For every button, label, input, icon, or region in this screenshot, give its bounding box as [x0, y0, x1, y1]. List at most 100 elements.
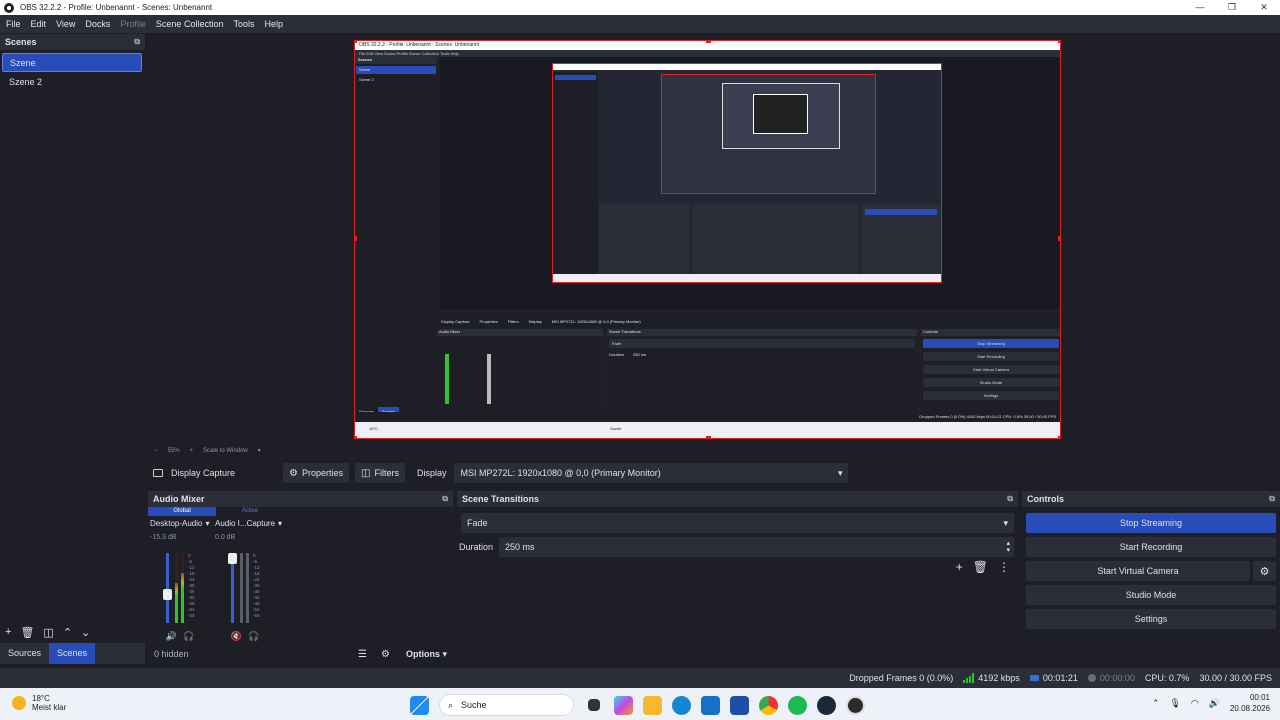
volume-slider-track[interactable] [166, 553, 169, 623]
menu-scene-collection[interactable]: Scene Collection [156, 19, 224, 29]
obs-taskbar-icon[interactable] [846, 695, 865, 715]
zoom-out-icon[interactable]: − [154, 448, 158, 454]
store-icon[interactable] [730, 695, 749, 715]
channel-icons: 🔊 🎧 [150, 631, 210, 642]
resize-handle[interactable] [355, 236, 357, 241]
transition-value: Fade [467, 518, 488, 528]
tab-global[interactable]: Global [148, 507, 216, 516]
edge-icon[interactable] [672, 695, 691, 715]
preview-area[interactable]: OBS 32.2.2 - Profile: Unbenannt - Scenes… [148, 34, 1280, 444]
headphones-icon[interactable]: 🎧 [183, 631, 194, 642]
nested-btn: Studio Mode [923, 378, 1059, 387]
menu-help[interactable]: Help [264, 19, 283, 29]
spotify-icon[interactable] [788, 695, 807, 715]
stop-streaming-button[interactable]: Stop Streaming [1026, 513, 1276, 533]
resize-handle[interactable] [355, 436, 357, 438]
nested-btn: Settings [923, 391, 1059, 400]
tab-sources[interactable]: Sources [0, 643, 49, 664]
volume-icon[interactable]: 🔊 [1209, 698, 1220, 709]
more-options-icon[interactable]: ⋮ [998, 560, 1010, 574]
microphone-icon[interactable]: 🎙 [1169, 698, 1180, 709]
add-transition-icon[interactable]: + [956, 560, 963, 574]
duration-input[interactable]: 250 ms ▴ ▾ [499, 537, 1014, 557]
search-placeholder: Suche [461, 700, 487, 710]
move-up-icon[interactable]: ⌃ [63, 626, 72, 639]
maximize-button[interactable]: ❐ [1216, 0, 1248, 15]
speaker-icon[interactable]: 🔊 [166, 631, 177, 642]
outlook-icon[interactable] [701, 695, 720, 715]
scene-item-szene-2[interactable]: Szene 2 [2, 73, 142, 92]
channel-name[interactable]: Audio I...Capture ▾ [215, 519, 283, 528]
clock[interactable]: 00:01 20.08.2026 [1230, 692, 1270, 714]
file-explorer-icon[interactable] [643, 695, 662, 715]
start-virtual-camera-button[interactable]: Start Virtual Camera [1026, 561, 1250, 581]
chrome-icon[interactable] [759, 695, 778, 715]
task-view-icon[interactable] [588, 699, 600, 711]
wifi-icon[interactable]: ◠ [1191, 698, 1199, 709]
scene-filters-icon[interactable]: ◫ [43, 626, 53, 639]
chevron-up-icon[interactable]: ⌃ [1152, 698, 1160, 709]
chevron-down-icon: ▾ [205, 519, 210, 528]
scale-mode[interactable]: Scale to Window [203, 448, 248, 454]
menu-tools[interactable]: Tools [233, 19, 254, 29]
volume-slider-knob[interactable] [228, 553, 237, 564]
menu-profile[interactable]: Profile [120, 19, 146, 29]
virtual-camera-settings-icon[interactable]: ⚙ [1253, 561, 1276, 581]
scene-item-szene[interactable]: Szene [2, 53, 142, 72]
close-button[interactable]: ✕ [1248, 0, 1280, 15]
settings-button[interactable]: Settings [1026, 609, 1276, 629]
chevron-down-icon[interactable]: ▾ [258, 447, 261, 454]
tab-active[interactable]: Active [216, 507, 284, 516]
resize-handle[interactable] [1058, 41, 1060, 43]
muted-mic-icon[interactable]: 🔇 [231, 631, 242, 642]
stream-time: 00:01:21 [1029, 673, 1078, 683]
menu-file[interactable]: File [6, 19, 21, 29]
taskbar-search[interactable]: ⌕ Suche [439, 694, 574, 716]
menu-docks[interactable]: Docks [85, 19, 110, 29]
channel-name[interactable]: Desktop-Audio ▾ [150, 519, 218, 528]
weather-widget[interactable]: 18°C Meist klar [12, 694, 66, 712]
level-meter-fill [181, 573, 184, 623]
copilot-icon[interactable] [614, 695, 633, 715]
remove-scene-icon[interactable]: 🗑 [20, 626, 34, 639]
menu-view[interactable]: View [56, 19, 75, 29]
undock-icon[interactable]: ⧉ [442, 494, 448, 504]
scenes-sources-tabs: Sources Scenes [0, 643, 145, 664]
undock-icon[interactable]: ⧉ [134, 37, 140, 47]
undock-icon[interactable]: ⧉ [1269, 494, 1275, 504]
display-select[interactable]: MSI MP272L: 1920x1080 @ 0,0 (Primary Mon… [454, 463, 849, 483]
scenes-dock: Scenes ⧉ Szene Szene 2 + 🗑 ◫ ⌃ ⌄ Sources… [0, 34, 145, 666]
tab-scenes[interactable]: Scenes [49, 643, 96, 664]
undock-icon[interactable]: ⧉ [1007, 494, 1013, 504]
gear-icon: ⚙ [289, 467, 298, 479]
duration-value: 250 ms [505, 542, 535, 552]
studio-mode-button[interactable]: Studio Mode [1026, 585, 1276, 605]
resize-handle[interactable] [706, 41, 711, 43]
move-down-icon[interactable]: ⌄ [81, 626, 90, 639]
headphones-icon[interactable]: 🎧 [248, 631, 259, 642]
windows-start-icon[interactable] [410, 695, 429, 715]
resize-handle[interactable] [1058, 436, 1060, 438]
channel-icons: 🔇 🎧 [215, 631, 275, 642]
spin-arrows-icon[interactable]: ▴ ▾ [1006, 540, 1010, 554]
steam-icon[interactable] [817, 695, 836, 715]
mixer-settings-icon[interactable]: ⚙ [381, 649, 390, 660]
remove-transition-icon[interactable]: 🗑 [973, 560, 988, 574]
start-recording-button[interactable]: Start Recording [1026, 537, 1276, 557]
resize-handle[interactable] [1058, 236, 1060, 241]
resize-handle[interactable] [355, 41, 357, 43]
list-icon[interactable]: ☰ [358, 649, 367, 660]
add-scene-icon[interactable]: + [5, 626, 11, 638]
menu-edit[interactable]: Edit [31, 19, 47, 29]
volume-slider-knob[interactable] [163, 589, 172, 600]
transition-select[interactable]: Fade ▾ [461, 513, 1014, 533]
zoom-in-icon[interactable]: + [190, 448, 194, 454]
minimize-button[interactable]: — [1184, 0, 1216, 15]
meter-ticks: 0 -6 -12 -18 -24 -30 -36 -42 -48 -54 -60 [253, 553, 260, 618]
resize-handle[interactable] [706, 436, 711, 438]
filters-button[interactable]: ◫ Filters [355, 463, 405, 483]
options-button[interactable]: Options ▾ [406, 649, 447, 660]
properties-button[interactable]: ⚙ Properties [283, 463, 349, 483]
nested-filters: Filters [507, 318, 519, 324]
display-capture-preview[interactable]: OBS 32.2.2 - Profile: Unbenannt - Scenes… [354, 40, 1061, 439]
